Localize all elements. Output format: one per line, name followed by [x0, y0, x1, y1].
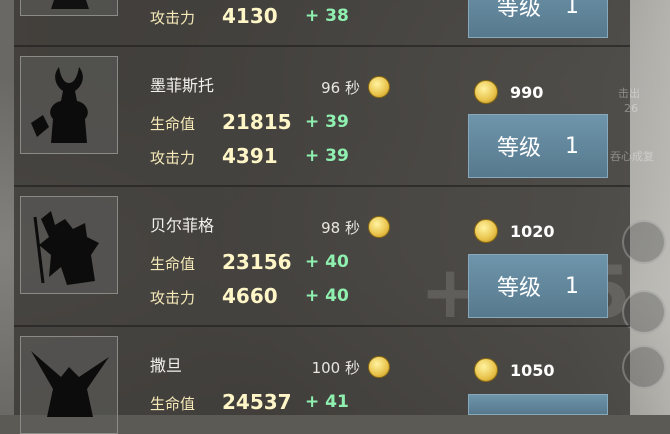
atk-label-2: 攻击力	[150, 289, 196, 307]
hp-label-3: 生命值	[150, 395, 196, 413]
atk-plus-1: + 39	[305, 146, 349, 166]
hero-portrait-0	[20, 0, 118, 16]
row-divider	[14, 325, 630, 327]
level-value-0: 1	[565, 0, 579, 19]
hero-name-1: 墨菲斯托	[150, 76, 215, 95]
side-text-3: 吞心成复	[610, 150, 654, 163]
coin-icon	[474, 219, 498, 243]
hp-value-3: 24537	[222, 390, 292, 414]
row-divider	[14, 45, 630, 47]
coin-icon	[368, 216, 390, 238]
hp-value-1: 21815	[222, 110, 292, 134]
coin-icon	[474, 358, 498, 382]
summon-time-2: 98 秒	[321, 219, 360, 237]
level-label-1: 等级	[496, 136, 541, 161]
side-text-1: 击出	[618, 87, 640, 100]
summon-time-1: 96 秒	[321, 79, 360, 97]
row-divider	[14, 185, 630, 187]
upgrade-cost-2: 1020	[510, 222, 555, 241]
summon-time-3: 100 秒	[311, 359, 360, 377]
hero-portrait-2	[20, 196, 118, 294]
hp-value-2: 23156	[222, 250, 292, 274]
hp-label-2: 生命值	[150, 255, 196, 273]
hp-plus-3: + 41	[305, 392, 349, 412]
hp-plus-1: + 39	[305, 112, 349, 132]
coin-icon	[474, 80, 498, 104]
atk-plus-0: + 38	[305, 6, 349, 26]
level-label-0: 等级	[496, 0, 541, 21]
hero-portrait-1	[20, 56, 118, 154]
upgrade-cost-3: 1050	[510, 361, 555, 380]
level-value-1: 1	[565, 133, 579, 159]
belphegor-silhouette-icon	[33, 211, 99, 285]
coin-icon	[368, 76, 390, 98]
level-button-0[interactable]: 等级 1	[468, 0, 608, 38]
level-button-3[interactable]	[468, 394, 608, 415]
hero-portrait-3	[20, 336, 118, 434]
side-skill-icon-3	[622, 345, 666, 389]
level-button-2[interactable]: 等级 1	[468, 254, 608, 318]
side-skill-icon-2	[622, 290, 666, 334]
satan-silhouette-icon	[31, 351, 109, 417]
hp-plus-2: + 40	[305, 252, 349, 272]
atk-plus-2: + 40	[305, 286, 349, 306]
upgrade-cost-1: 990	[510, 83, 544, 102]
atk-value-1: 4391	[222, 144, 278, 168]
hero-name-2: 贝尔菲格	[150, 216, 215, 235]
coin-icon	[368, 356, 390, 378]
level-button-1[interactable]: 等级 1	[468, 114, 608, 178]
hp-label-1: 生命值	[150, 115, 196, 133]
hero-silhouette-icon	[51, 0, 89, 9]
side-decoration: 击出 26 吞心成复	[610, 0, 670, 415]
level-value-2: 1	[565, 273, 579, 299]
side-text-2: 26	[624, 102, 638, 115]
level-label-2: 等级	[496, 276, 541, 301]
hero-name-3: 撒旦	[150, 356, 183, 375]
mephisto-silhouette-icon	[31, 67, 88, 143]
side-skill-icon-1	[622, 220, 666, 264]
atk-label-1: 攻击力	[150, 149, 196, 167]
atk-label-0: 攻击力	[150, 9, 196, 27]
atk-value-2: 4660	[222, 284, 278, 308]
atk-value-0: 4130	[222, 4, 278, 28]
